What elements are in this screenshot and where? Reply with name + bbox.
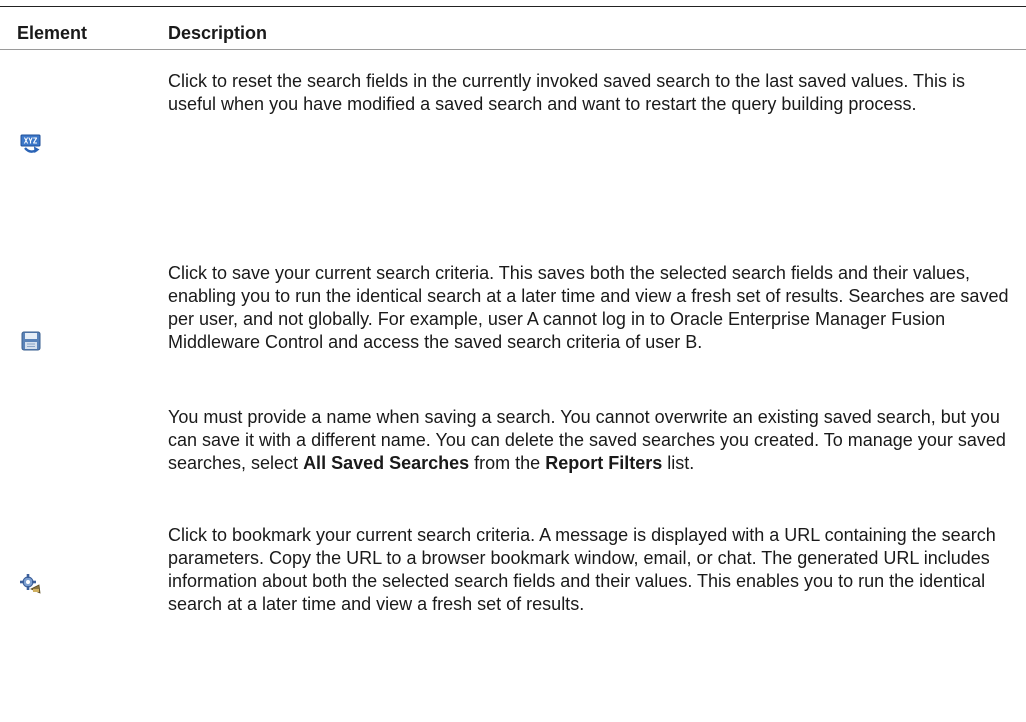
- header-description: Description: [168, 23, 268, 43]
- bookmark-gear-icon: [20, 574, 42, 596]
- reset-search-icon: XYZ: [20, 133, 42, 155]
- row-description: Click to save your current search criter…: [168, 263, 1009, 352]
- row-description: Click to reset the search fields in the …: [168, 71, 966, 114]
- note-text-middle: from the: [469, 453, 546, 473]
- save-search-note: You must provide a name when saving a se…: [168, 406, 1016, 475]
- save-disk-icon: [20, 330, 42, 352]
- table-top-rule: [0, 6, 1026, 7]
- svg-text:XYZ: XYZ: [24, 137, 38, 146]
- report-filters-term: Report Filters: [545, 453, 663, 473]
- header-rule: [0, 49, 1026, 50]
- header-element: Element: [17, 23, 88, 43]
- all-saved-searches-term: All Saved Searches: [303, 453, 470, 473]
- row-description: Click to bookmark your current search cr…: [168, 525, 996, 614]
- note-text-after: list.: [662, 453, 695, 473]
